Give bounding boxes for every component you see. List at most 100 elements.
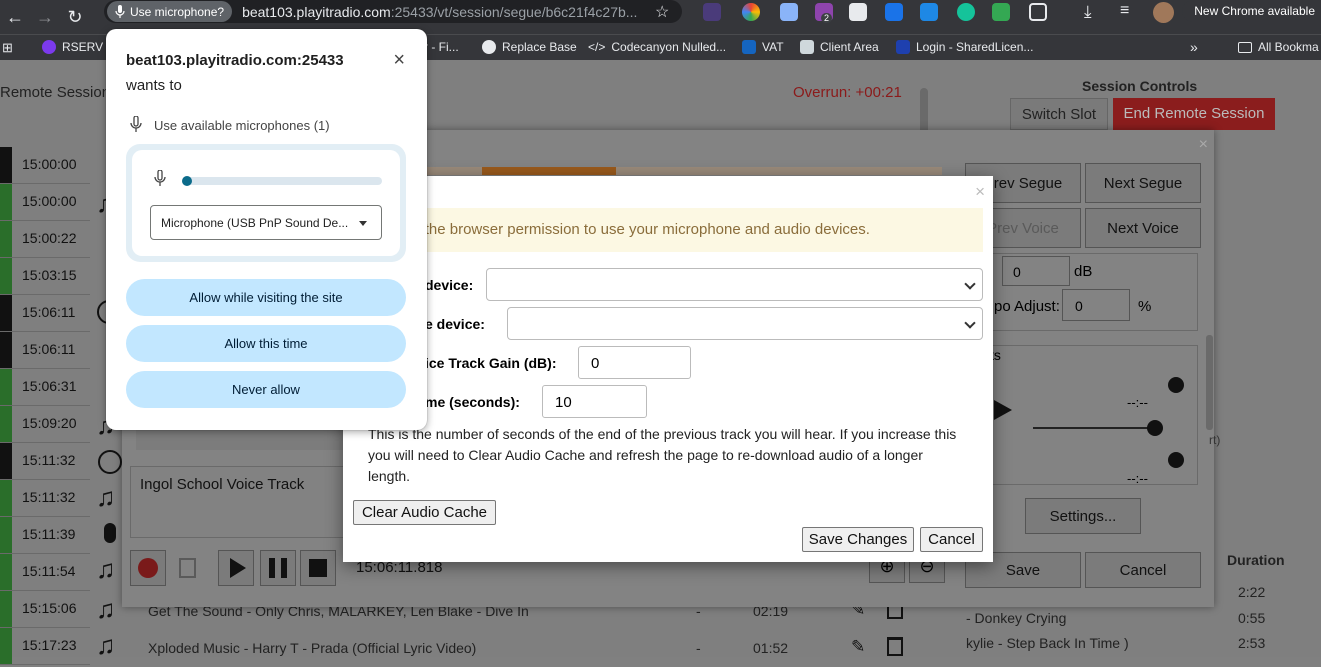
stop-icon	[309, 559, 327, 577]
row-time: 15:15:06	[0, 591, 90, 628]
extension-s-icon[interactable]	[920, 3, 938, 21]
next-segue-button[interactable]: Next Segue	[1085, 163, 1201, 203]
music-note-icon: ♫	[96, 594, 116, 624]
preroll-input[interactable]: 10	[542, 385, 647, 418]
url-text: beat103.playitradio.com:25433/vt/session…	[242, 4, 637, 20]
all-bookmarks-label: All Bookma	[1258, 40, 1319, 54]
more-options-icon[interactable]	[1168, 377, 1184, 393]
voice-track-title: Ingol School Voice Track	[140, 476, 305, 493]
bookmark-label: Replace Base	[502, 40, 577, 54]
time-placeholder: --:--	[1127, 395, 1148, 410]
track-length: 01:52	[753, 640, 789, 656]
row-time: 15:09:20	[0, 406, 90, 443]
all-bookmarks[interactable]: All Bookma	[1238, 40, 1319, 54]
url-host: beat103.playitradio.com	[242, 3, 391, 20]
row-time: 15:06:31	[0, 369, 90, 406]
bookmark-item[interactable]: </> Codecanyon Nulled...	[588, 40, 726, 54]
bookmark-label: Client Area	[820, 40, 879, 54]
extension-grammarly-icon[interactable]	[957, 3, 975, 21]
mic-level-indicator	[182, 176, 192, 186]
bookmarks-overflow-icon[interactable]: »	[1190, 39, 1198, 55]
extension-drive-icon[interactable]	[992, 3, 1010, 21]
bookmark-label: VAT	[762, 40, 784, 54]
row-time: 15:06:11	[0, 332, 90, 369]
cancel-button[interactable]: Cancel	[1085, 552, 1201, 588]
row-time: 15:11:32	[0, 480, 90, 517]
segue-dialog-close-icon[interactable]: ×	[1199, 136, 1208, 154]
right-scrollbar[interactable]	[1206, 335, 1213, 430]
back-icon[interactable]: ←	[0, 2, 30, 32]
modal-cancel-button[interactable]: Cancel	[920, 527, 983, 552]
music-note-icon: ♫	[96, 554, 116, 584]
remote-session-label: Remote Session	[0, 84, 111, 101]
permission-chip[interactable]: Use microphone?	[107, 1, 233, 22]
row-time: 15:00:00	[0, 147, 90, 184]
clear-audio-cache-button[interactable]: Clear Audio Cache	[353, 500, 496, 525]
next-voice-button[interactable]: Next Voice	[1085, 208, 1201, 248]
track-title: Xploded Music - Harry T - Prada (Officia…	[148, 640, 477, 656]
forward-icon[interactable]: →	[30, 2, 60, 32]
bookmark-item[interactable]: Replace Base	[482, 40, 577, 54]
code-icon: </>	[588, 40, 606, 54]
bookmark-item[interactable]: Login - SharedLicen...	[896, 40, 1033, 54]
row-time: 15:11:39	[0, 517, 90, 554]
save-changes-button[interactable]: Save Changes	[802, 527, 914, 552]
extension-shield-icon[interactable]	[885, 3, 903, 21]
row-time: 15:06:11	[0, 295, 90, 332]
bookmark-favicon	[482, 40, 496, 54]
volume-slider[interactable]	[1033, 427, 1153, 429]
settings-button[interactable]: Settings...	[1025, 498, 1141, 534]
trash-icon[interactable]	[887, 637, 903, 656]
never-allow-button[interactable]: Never allow	[126, 371, 406, 408]
end-remote-session-button[interactable]: End Remote Session	[1113, 98, 1275, 130]
microphone-icon	[154, 170, 166, 186]
bookmark-favicon	[896, 40, 910, 54]
gain-input[interactable]: 0	[578, 346, 691, 379]
extension-docs-icon[interactable]	[780, 3, 798, 21]
reload-icon[interactable]: ↻	[60, 2, 90, 32]
gain-value-input[interactable]: 0	[1002, 256, 1070, 286]
waveform-cursor	[482, 167, 616, 175]
extension-dictionary-icon[interactable]	[849, 3, 867, 21]
bookmark-label: RSERV	[62, 40, 104, 54]
bookmark-item[interactable]: VAT	[742, 40, 784, 54]
modal-close-icon[interactable]: ×	[975, 182, 985, 202]
track-dash: -	[696, 640, 701, 656]
pause-icon	[269, 558, 287, 578]
bookmark-item[interactable]: r - Fi...	[424, 40, 459, 54]
extension-color-icon[interactable]	[742, 3, 760, 21]
use-microphones-label: Use available microphones (1)	[154, 118, 330, 133]
reading-list-icon[interactable]: ≡	[1120, 2, 1129, 20]
row-time: 15:00:22	[0, 221, 90, 258]
microphone-icon	[115, 5, 125, 18]
edit-pencil-icon[interactable]: ✎	[851, 637, 865, 657]
popup-close-icon[interactable]: ×	[393, 49, 405, 72]
trash-icon[interactable]	[179, 558, 196, 578]
volume-slider-thumb[interactable]	[1147, 420, 1163, 436]
allow-while-visiting-button[interactable]: Allow while visiting the site	[126, 279, 406, 316]
right-list-title: kylie - Step Back In Time )	[966, 635, 1129, 651]
microphone-permission-popup: beat103.playitradio.com:25433 wants to ×…	[106, 29, 427, 430]
folder-icon	[1238, 41, 1252, 53]
play-icon	[994, 400, 1012, 420]
extensions-puzzle-icon[interactable]	[1029, 3, 1047, 21]
output-device-select[interactable]	[507, 307, 983, 340]
permission-chip-label: Use microphone?	[130, 4, 225, 19]
apps-grid-icon[interactable]: ⊞	[2, 40, 13, 56]
switch-slot-button[interactable]: Switch Slot	[1010, 98, 1108, 130]
allow-this-time-button[interactable]: Allow this time	[126, 325, 406, 362]
alert-text: to give the browser permission to use yo…	[376, 221, 870, 238]
input-device-select[interactable]	[486, 268, 983, 301]
address-bar[interactable]: Use microphone? beat103.playitradio.com:…	[104, 0, 682, 23]
microphone-select[interactable]: Microphone (USB PnP Sound De...	[150, 205, 382, 240]
profile-avatar[interactable]	[1153, 2, 1174, 23]
update-chip[interactable]: New Chrome available	[1182, 0, 1321, 22]
extension-pen-icon[interactable]	[703, 3, 721, 21]
bookmark-item[interactable]: RSERV	[42, 40, 103, 54]
more-options-icon[interactable]	[1168, 452, 1184, 468]
tempo-value-input[interactable]: 0	[1062, 289, 1130, 321]
download-icon[interactable]: ⤓	[1084, 2, 1092, 22]
bookmark-item[interactable]: Client Area	[800, 40, 879, 54]
session-controls-title: Session Controls	[1082, 78, 1198, 94]
bookmark-star-icon[interactable]: ☆	[655, 2, 669, 22]
